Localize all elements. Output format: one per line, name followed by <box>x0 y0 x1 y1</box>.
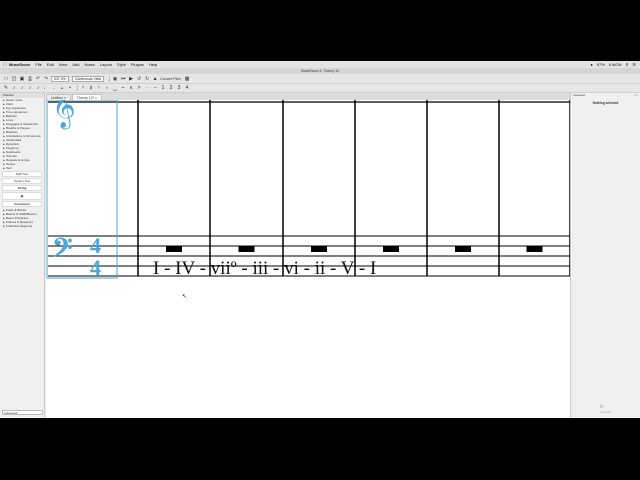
battery-status[interactable]: 97% <box>597 62 605 67</box>
play-icon[interactable]: ▶ <box>128 76 134 82</box>
menu-bar:  MuseScore File Edit View Add Notes Lay… <box>0 61 640 68</box>
whole-rest[interactable] <box>238 246 255 252</box>
half-note-icon[interactable]: 𝅎 <box>51 85 57 91</box>
system-text-palette-cell[interactable]: System Text <box>2 178 42 184</box>
sixteenth-note-icon[interactable]: ♪ <box>27 85 33 91</box>
score-tabs: Untitled × Theory 12* × <box>46 93 570 100</box>
loop-icon[interactable]: ↺ <box>136 76 142 82</box>
screen:  MuseScore File Edit View Add Notes Lay… <box>0 61 640 418</box>
marcato-icon[interactable]: ∧ <box>128 85 134 91</box>
treble-clef-icon[interactable]: 𝄞 <box>52 100 76 130</box>
workspace-select[interactable]: Advanced <box>2 410 43 415</box>
menu-layout[interactable]: Layout <box>100 62 112 67</box>
palette-item-label: Fretboard diagrams <box>5 224 33 228</box>
menu-view[interactable]: View <box>59 62 68 67</box>
accent-icon[interactable]: > <box>136 85 142 91</box>
menu-file[interactable]: File <box>35 62 41 67</box>
tie-icon[interactable]: ‿ <box>112 85 118 91</box>
time-signature-denominator[interactable]: 4 <box>90 255 101 280</box>
new-file-icon[interactable]: □ <box>3 76 9 82</box>
palette-item-label: Text <box>5 166 12 170</box>
menu-notes[interactable]: Notes <box>84 62 94 67</box>
staff-text-palette-cell[interactable]: Staff Text <box>2 171 42 177</box>
sixtyfourth-note-icon[interactable]: ♪ <box>11 85 17 91</box>
thirtysecond-note-icon[interactable]: ♪ <box>19 85 25 91</box>
slur-icon[interactable]: ⌣ <box>120 85 126 91</box>
chevron-right-icon: ▶ <box>3 225 5 228</box>
menu-edit[interactable]: Edit <box>47 62 54 67</box>
voice-4-icon[interactable]: 4 <box>184 85 190 91</box>
linkedin-watermark: in LinkedIn <box>600 405 611 415</box>
menu-musescore[interactable]: MuseScore <box>9 62 30 67</box>
mouse-cursor-icon: ↖ <box>182 294 188 300</box>
view-mode-select[interactable]: Continuous View <box>71 75 105 82</box>
concert-pitch-button[interactable]: Concert Pitch <box>160 77 181 81</box>
chevron-right-icon: ▶ <box>3 167 5 170</box>
menu-style[interactable]: Style <box>117 62 126 67</box>
linkedin-text: LinkedIn <box>600 410 612 414</box>
sharp-icon[interactable]: ♯ <box>88 85 94 91</box>
zoom-select[interactable]: 537.0% <box>51 75 69 82</box>
whole-rest[interactable] <box>166 246 182 252</box>
whole-rest[interactable] <box>526 246 543 252</box>
chord-progression-text[interactable]: I - IV - viiº - iii - vi - ii - V - I <box>153 258 376 280</box>
toolbar-divider <box>109 75 111 82</box>
main-toolbar: □ ◫ ▣ ⎙ ↶ ↷ 537.0% Continuous View ◉ ⏮ ▶… <box>0 74 640 84</box>
tablature-icon[interactable]: ▦ <box>2 192 42 200</box>
augmentation-dot-icon[interactable]: • <box>67 85 73 91</box>
instrument-palette-cell[interactable]: Instrument <box>2 201 42 207</box>
natural-icon[interactable]: ♮ <box>96 85 102 91</box>
voice-3-icon[interactable]: 3 <box>176 85 182 91</box>
inspector-empty-message: Nothing selected <box>592 101 619 105</box>
palette-item[interactable]: ▶Text <box>0 166 44 170</box>
eighth-note-icon[interactable]: ♪ <box>35 85 41 91</box>
redo-icon[interactable]: ↷ <box>43 76 49 82</box>
palettes-panel: Palettes ▶Grace notes ▶Clefs ▶Key signatur… <box>0 93 45 418</box>
string-palette-cell[interactable]: String <box>2 185 42 191</box>
status-tray: ● 97% 6 MON ⚲ ☰ <box>586 62 640 67</box>
rest-icon[interactable]: 𝄽 <box>80 85 86 91</box>
bass-clef-icon[interactable]: 𝄢 <box>52 232 73 270</box>
repeat-icon[interactable]: ↻ <box>144 76 150 82</box>
wifi-icon[interactable]: ● <box>590 62 592 67</box>
menu-help[interactable]: Help <box>149 62 157 67</box>
image-capture-icon[interactable]: ▩ <box>184 76 190 82</box>
undock-icon[interactable]: □ × <box>634 93 638 97</box>
inspector-title: Inspector <box>573 93 586 97</box>
note-input-toolbar: ✎ ♪ ♪ ♪ ♪ ♩ 𝅎 𝅝 • 𝄽 ♯ ♮ ♭ ‿ ⌣ ∧ > · – 1 … <box>0 84 640 93</box>
menu-add[interactable]: Add <box>72 62 79 67</box>
undo-icon[interactable]: ↶ <box>35 76 41 82</box>
tenuto-icon[interactable]: – <box>152 85 158 91</box>
inspector-panel: Inspector □ × Nothing selected <box>570 93 640 418</box>
metronome-icon[interactable]: ▲ <box>152 76 158 82</box>
mixer-icon[interactable]: ◉ <box>112 76 118 82</box>
voice-1-icon[interactable]: 1 <box>160 85 166 91</box>
toolbar-divider <box>77 85 78 91</box>
whole-rest[interactable] <box>455 246 471 252</box>
print-icon[interactable]: ⎙ <box>27 76 33 82</box>
save-icon[interactable]: ▣ <box>19 76 25 82</box>
clock[interactable]: 6 MON <box>609 62 622 67</box>
open-file-icon[interactable]: ◫ <box>11 76 17 82</box>
palette-item[interactable]: ▶Fretboard diagrams <box>0 224 44 228</box>
staccato-icon[interactable]: · <box>144 85 150 91</box>
voice-2-icon[interactable]: 2 <box>168 85 174 91</box>
menu-list-icon[interactable]: ☰ <box>632 62 636 67</box>
quarter-note-icon[interactable]: ♩ <box>43 85 49 91</box>
score-canvas[interactable]: 𝄞 𝄢 4 4 I - IV - viiº - iii - vi - ii - V -… <box>46 100 570 418</box>
search-icon[interactable]: ⚲ <box>625 62 628 67</box>
note-input-icon[interactable]: ✎ <box>3 85 9 91</box>
rewind-icon[interactable]: ⏮ <box>120 76 126 82</box>
whole-rest[interactable] <box>383 246 399 252</box>
whole-rest[interactable] <box>311 246 327 252</box>
flat-icon[interactable]: ♭ <box>104 85 110 91</box>
menu-plugins[interactable]: Plugins <box>131 62 144 67</box>
whole-note-icon[interactable]: 𝅝 <box>59 85 65 91</box>
